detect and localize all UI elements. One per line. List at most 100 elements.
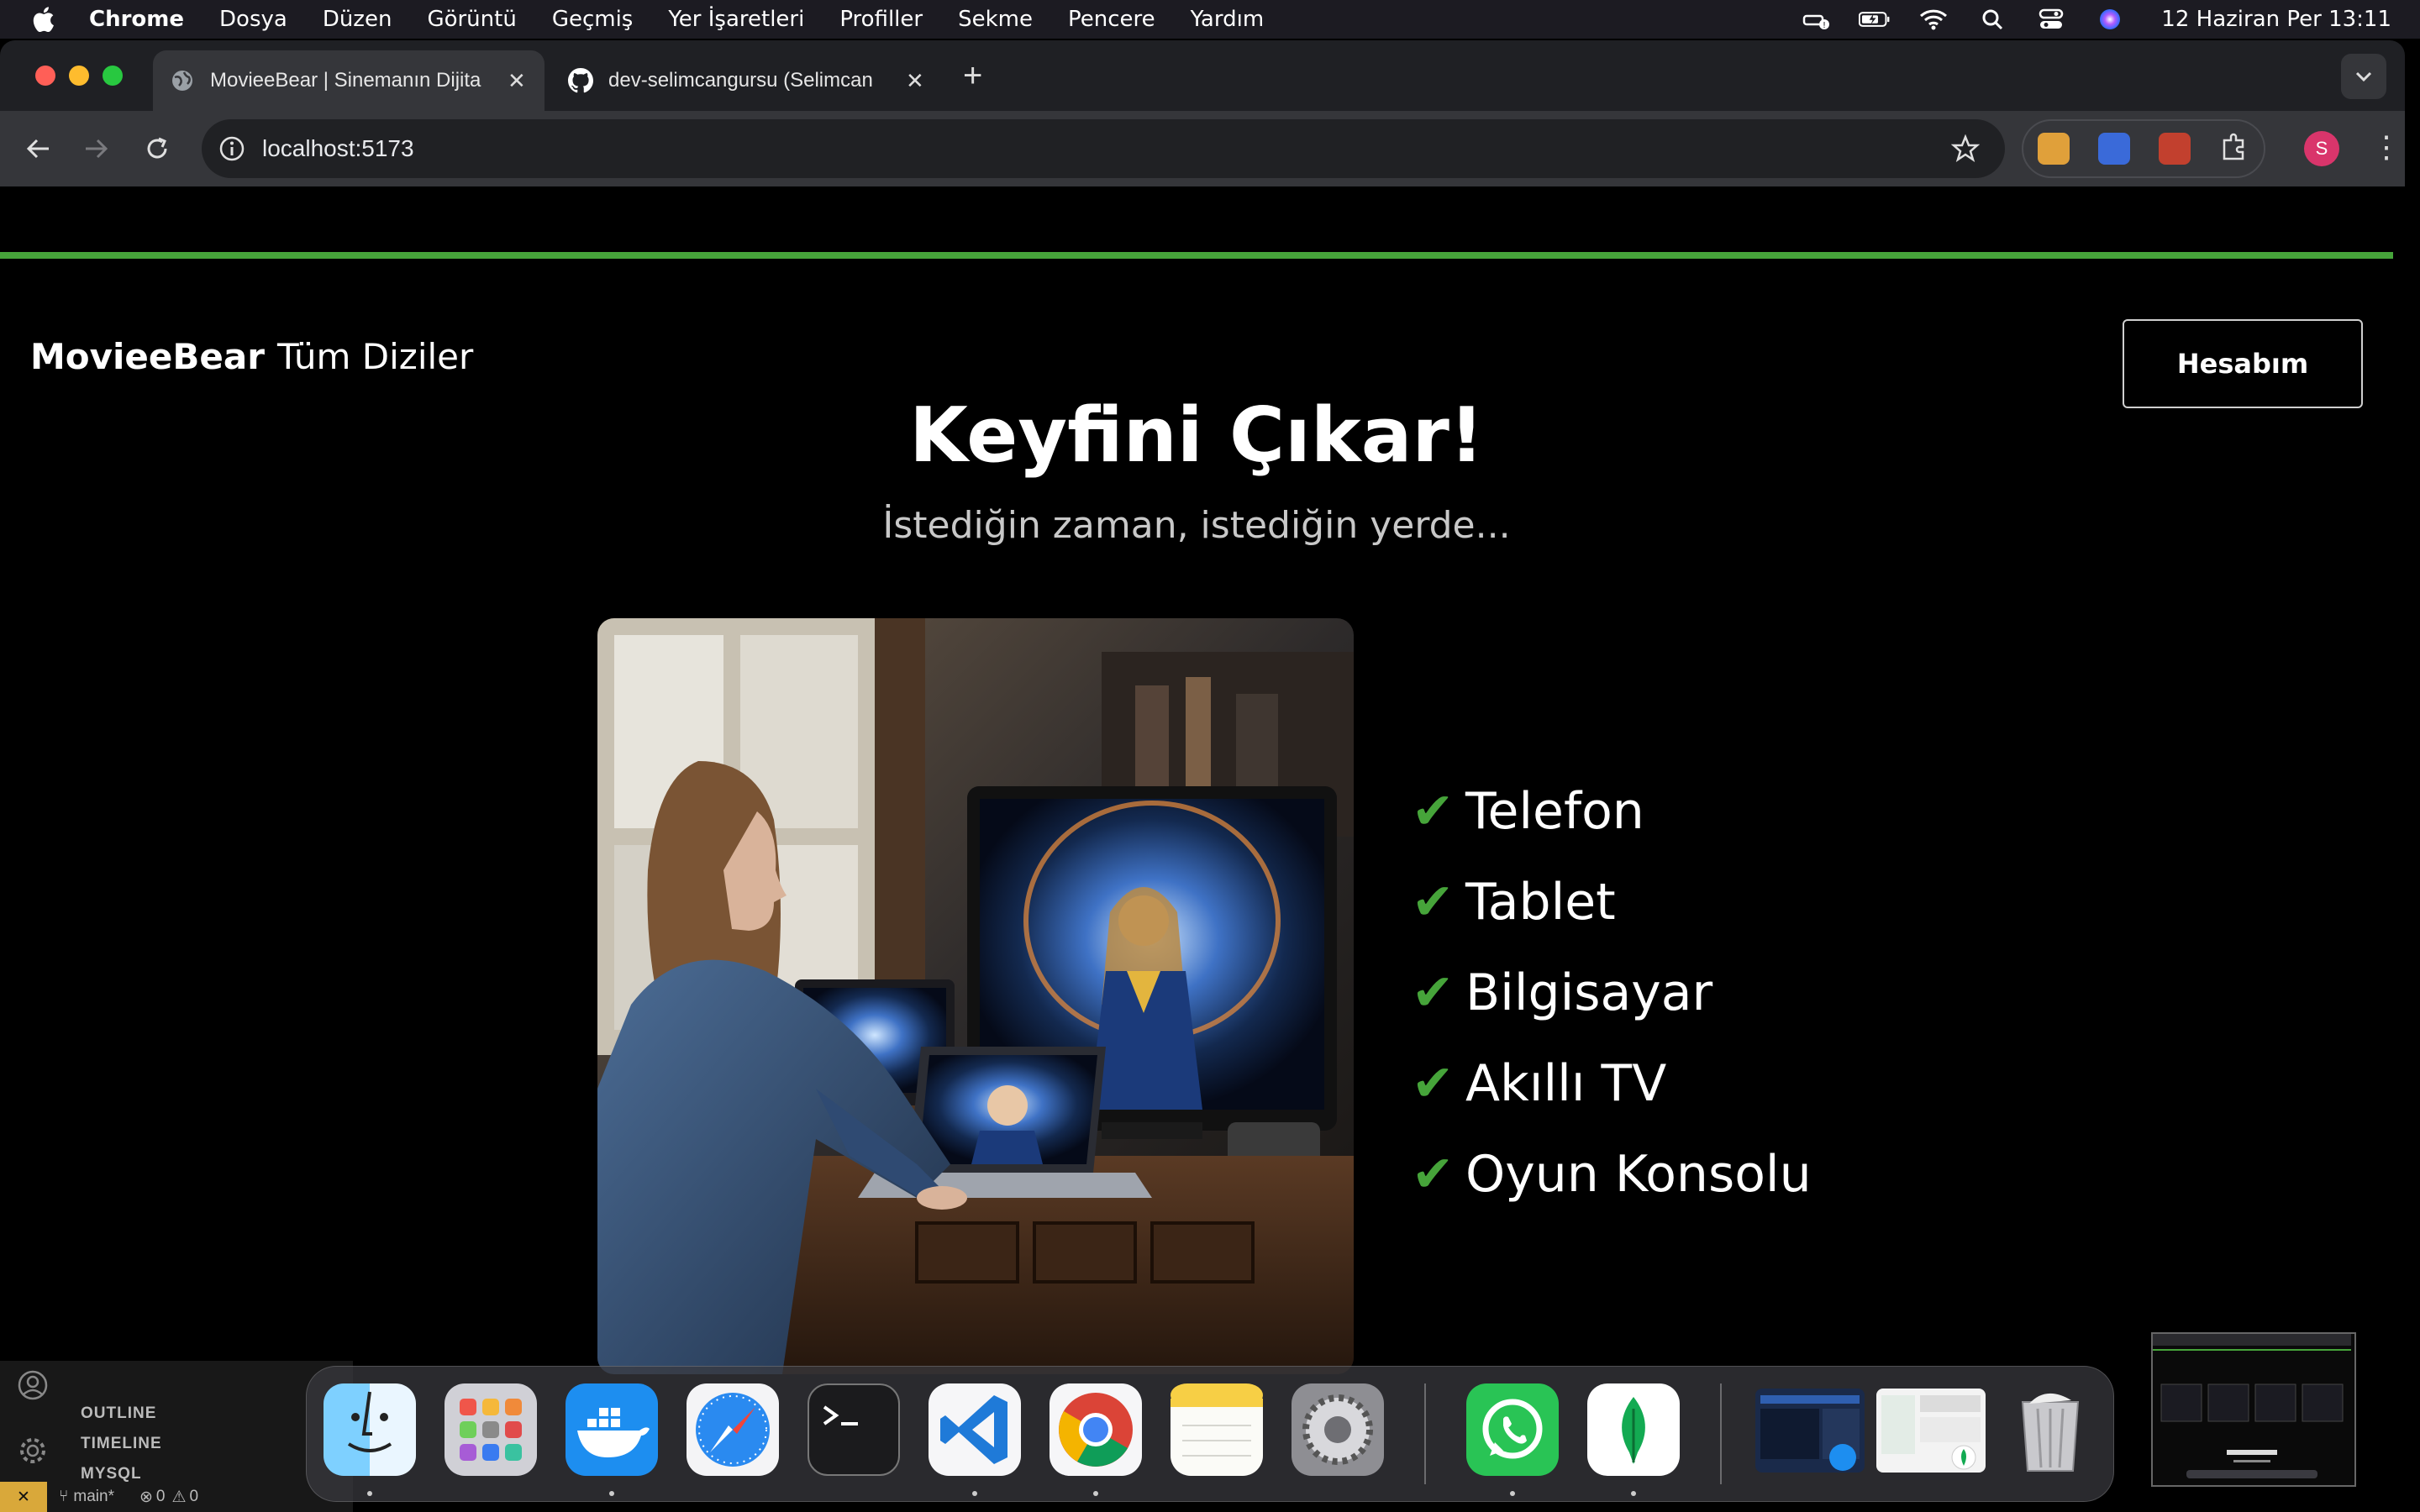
new-tab-plus-icon[interactable]: + bbox=[963, 57, 982, 95]
whatsapp-icon[interactable] bbox=[1466, 1383, 1559, 1476]
nav-all-series-link[interactable]: Tüm Diziler bbox=[277, 336, 473, 377]
list-item: ✔ Tablet bbox=[1412, 857, 1812, 948]
spotlight-search-icon[interactable] bbox=[1976, 7, 2008, 32]
menu-profiles[interactable]: Profiller bbox=[839, 7, 923, 32]
settings-gear-icon[interactable] bbox=[17, 1435, 49, 1471]
device-label: Akıllı TV bbox=[1465, 1054, 1667, 1113]
chrome-window: MovieeBear | Sinemanın Dijita ✕ dev-seli… bbox=[0, 40, 2405, 1485]
puzzle-extensions-icon[interactable] bbox=[2219, 132, 2249, 166]
error-count[interactable]: 0 bbox=[156, 1488, 166, 1506]
tab-title: MovieeBear | Sinemanın Dijita bbox=[210, 69, 481, 92]
dock-separator bbox=[1424, 1383, 1426, 1484]
tab-title: dev-selimcangursu (Selimcan bbox=[608, 69, 873, 92]
zoom-window-button[interactable] bbox=[103, 66, 123, 86]
running-indicator bbox=[609, 1491, 614, 1496]
list-item: ✔ Akıllı TV bbox=[1412, 1038, 1812, 1129]
check-mark-icon: ✔ bbox=[1412, 782, 1455, 841]
site-info-icon[interactable] bbox=[218, 135, 245, 162]
tab-strip: MovieeBear | Sinemanın Dijita ✕ dev-seli… bbox=[0, 40, 2405, 111]
chrome-icon[interactable] bbox=[1050, 1383, 1142, 1476]
menu-tab[interactable]: Sekme bbox=[958, 7, 1033, 32]
menu-bookmarks[interactable]: Yer İşaretleri bbox=[668, 7, 804, 32]
mysql-section[interactable]: MYSQL bbox=[81, 1465, 142, 1483]
wifi-icon[interactable] bbox=[1918, 7, 1949, 32]
document-extension-icon[interactable] bbox=[2098, 133, 2130, 165]
site-logo[interactable]: MovieeBear bbox=[30, 336, 265, 377]
close-tab-icon[interactable]: ✕ bbox=[906, 68, 924, 94]
screenshot-thumbnail-preview[interactable] bbox=[2151, 1332, 2356, 1487]
check-mark-icon: ✔ bbox=[1412, 1054, 1455, 1113]
profile-avatar[interactable]: S bbox=[2304, 131, 2339, 166]
accent-divider bbox=[0, 252, 2393, 259]
address-bar[interactable]: localhost:5173 bbox=[202, 119, 2005, 178]
warning-icon: ⚠ bbox=[171, 1488, 187, 1506]
github-icon bbox=[568, 68, 593, 93]
tab-movieebear[interactable]: MovieeBear | Sinemanın Dijita ✕ bbox=[153, 50, 544, 111]
running-indicator bbox=[1631, 1491, 1636, 1496]
siri-icon[interactable] bbox=[2094, 7, 2126, 32]
mongodb-compass-icon[interactable] bbox=[1587, 1383, 1680, 1476]
check-mark-icon: ✔ bbox=[1412, 1145, 1455, 1204]
menu-edit[interactable]: Düzen bbox=[323, 7, 392, 32]
menu-file[interactable]: Dosya bbox=[219, 7, 287, 32]
menu-window[interactable]: Pencere bbox=[1068, 7, 1155, 32]
more-menu-icon[interactable]: ⋮ bbox=[2371, 129, 2402, 165]
notes-icon[interactable] bbox=[1171, 1383, 1263, 1476]
menu-app-name[interactable]: Chrome bbox=[89, 7, 184, 32]
vscode-status-bar: ✕ ⑂ main* ⊗ 0 ⚠ 0 bbox=[0, 1482, 353, 1512]
close-window-button[interactable] bbox=[35, 66, 55, 86]
device-label: Bilgisayar bbox=[1465, 963, 1713, 1022]
control-center-icon[interactable] bbox=[2035, 7, 2067, 32]
hero-woman-watching-devices-image bbox=[597, 618, 1354, 1374]
safari-icon[interactable] bbox=[687, 1383, 779, 1476]
battery-icon[interactable] bbox=[1859, 7, 1891, 32]
running-indicator bbox=[367, 1491, 372, 1496]
trash-icon[interactable] bbox=[2004, 1383, 2096, 1476]
terminal-icon[interactable] bbox=[808, 1383, 900, 1476]
bookmark-star-icon[interactable] bbox=[1950, 134, 1981, 167]
account-icon[interactable] bbox=[17, 1369, 49, 1405]
burger-extension-icon[interactable] bbox=[2038, 133, 2070, 165]
bug-extension-icon[interactable] bbox=[2159, 133, 2191, 165]
check-mark-icon: ✔ bbox=[1412, 873, 1455, 932]
browser-toolbar: localhost:5173 S ⋮ bbox=[0, 111, 2405, 186]
check-mark-icon: ✔ bbox=[1412, 963, 1455, 1022]
minimized-window-docker-thumbnail[interactable] bbox=[1755, 1389, 1865, 1473]
timeline-section[interactable]: TIMELINE bbox=[81, 1435, 162, 1453]
back-arrow-icon[interactable] bbox=[18, 129, 57, 168]
apple-logo-icon[interactable] bbox=[30, 4, 59, 34]
menu-help[interactable]: Yardım bbox=[1191, 7, 1265, 32]
docker-icon[interactable] bbox=[566, 1383, 658, 1476]
tab-github[interactable]: dev-selimcangursu (Selimcan ✕ bbox=[551, 50, 929, 111]
dock-separator bbox=[1720, 1383, 1722, 1484]
system-settings-icon[interactable] bbox=[1292, 1383, 1384, 1476]
macos-menubar: Chrome Dosya Düzen Görüntü Geçmiş Yer İş… bbox=[0, 0, 2420, 39]
tab-search-chevron-icon[interactable] bbox=[2341, 54, 2386, 99]
git-branch[interactable]: main* bbox=[73, 1488, 114, 1506]
minimize-window-button[interactable] bbox=[69, 66, 89, 86]
url-text[interactable]: localhost:5173 bbox=[262, 135, 414, 162]
docker-status-icon[interactable]: ! bbox=[1800, 7, 1832, 32]
close-tab-icon[interactable]: ✕ bbox=[508, 68, 526, 94]
device-list: ✔ Telefon ✔ Tablet ✔ Bilgisayar ✔ Akıllı TV … bbox=[1412, 766, 1812, 1220]
list-item: ✔ Telefon bbox=[1412, 766, 1812, 857]
list-item: ✔ Bilgisayar bbox=[1412, 948, 1812, 1038]
menubar-clock[interactable]: 12 Haziran Per 13:11 bbox=[2161, 7, 2391, 32]
warning-count[interactable]: 0 bbox=[190, 1488, 199, 1506]
outline-section[interactable]: OUTLINE bbox=[81, 1404, 156, 1423]
extensions-group bbox=[2022, 119, 2265, 178]
vscode-icon[interactable] bbox=[929, 1383, 1021, 1476]
launchpad-icon[interactable] bbox=[445, 1383, 537, 1476]
menu-view[interactable]: Görüntü bbox=[427, 7, 516, 32]
git-branch-icon: ⑂ bbox=[59, 1488, 69, 1505]
finder-icon[interactable] bbox=[324, 1383, 416, 1476]
forward-arrow-icon[interactable] bbox=[77, 129, 116, 168]
list-item: ✔ Oyun Konsolu bbox=[1412, 1129, 1812, 1220]
device-label: Telefon bbox=[1465, 782, 1644, 841]
svg-text:!: ! bbox=[1823, 21, 1826, 30]
remote-indicator-icon[interactable]: ✕ bbox=[0, 1482, 47, 1512]
minimized-window-compass-thumbnail[interactable] bbox=[1876, 1389, 1986, 1473]
hero-title: Keyfini Çıkar! bbox=[909, 391, 1484, 480]
menu-history[interactable]: Geçmiş bbox=[552, 7, 634, 32]
reload-icon[interactable] bbox=[138, 129, 176, 168]
